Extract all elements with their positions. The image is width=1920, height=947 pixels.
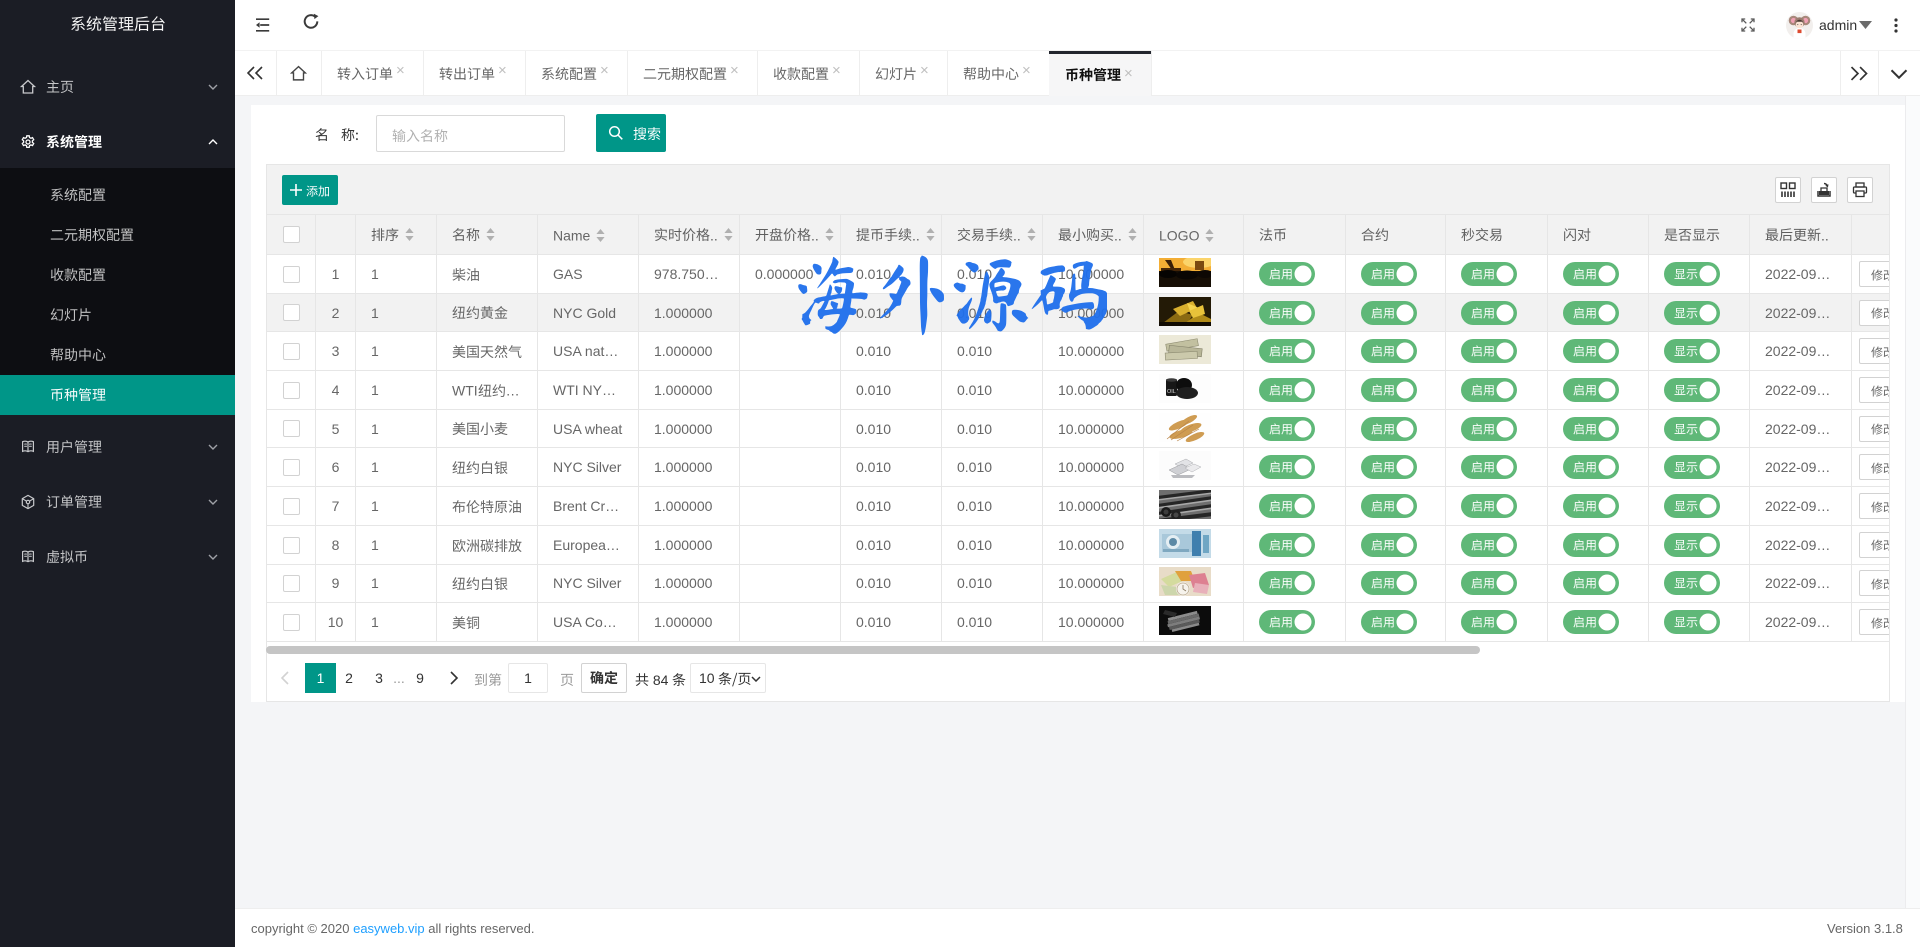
svg-text:OIL: OIL [1167, 389, 1176, 395]
